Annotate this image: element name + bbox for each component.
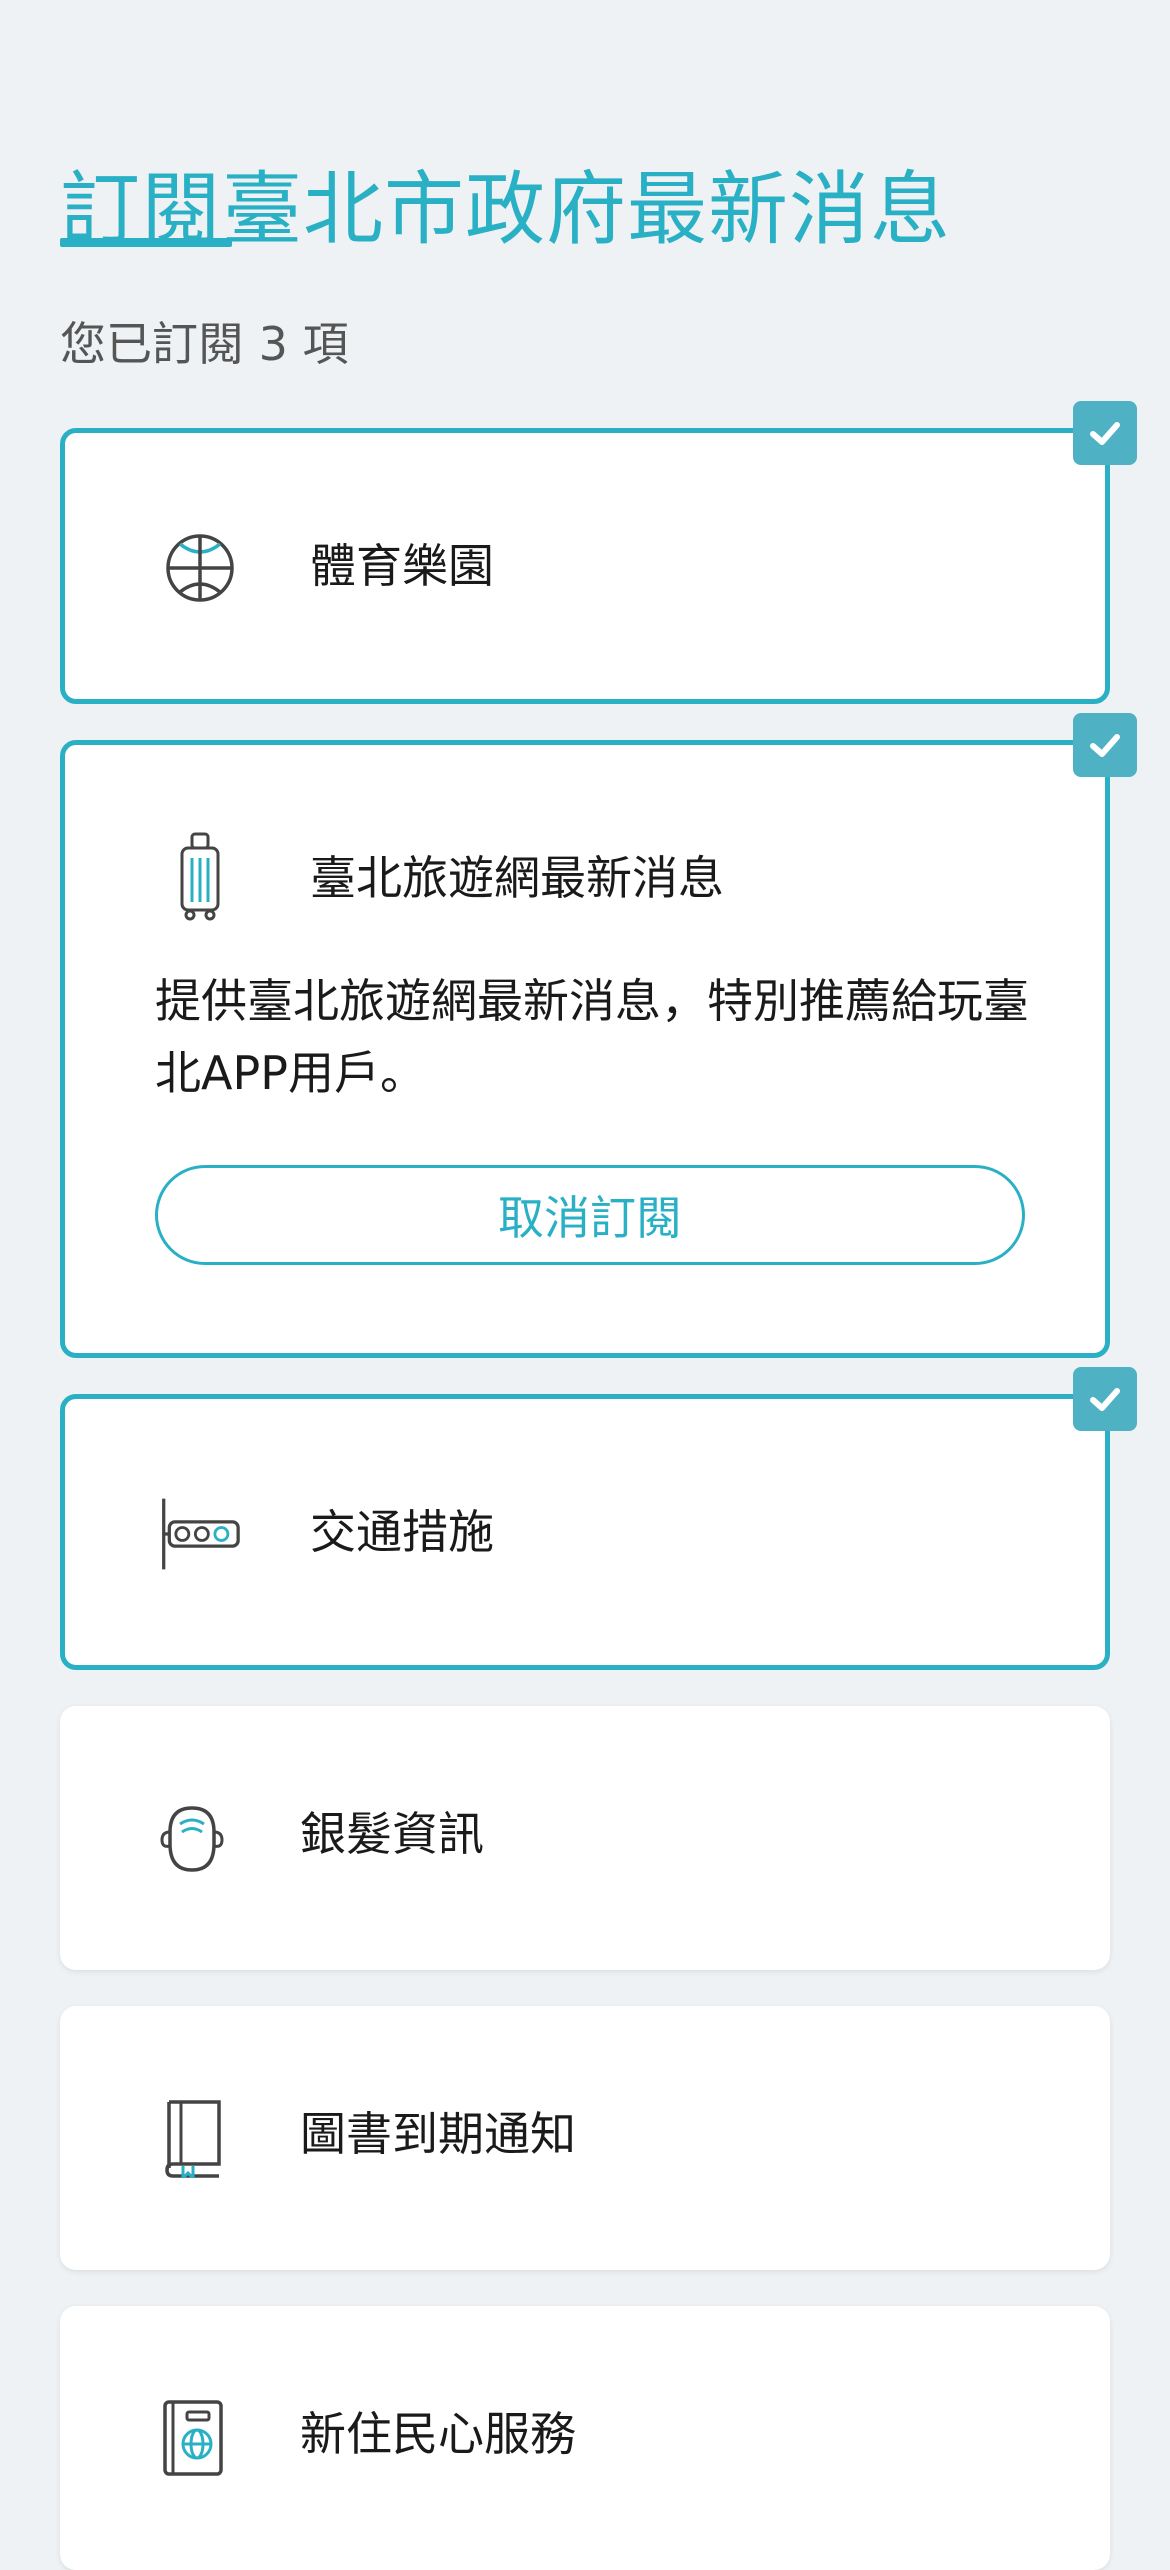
book-icon	[152, 2098, 232, 2178]
subscription-card-travel[interactable]: 臺北旅遊網最新消息 提供臺北旅遊網最新消息，特別推薦給玩臺北APP用戶。 取消訂…	[60, 713, 1137, 1358]
subscribed-count: 您已訂閱 3 項	[60, 317, 349, 371]
card-label: 臺北旅遊網最新消息	[310, 851, 724, 905]
check-icon[interactable]	[1073, 1367, 1137, 1431]
card-label: 體育樂園	[310, 539, 494, 593]
card-label: 新住民心服務	[300, 2407, 576, 2461]
title-underline	[60, 238, 232, 247]
card-label: 圖書到期通知	[300, 2107, 576, 2161]
check-icon[interactable]	[1073, 713, 1137, 777]
basketball-icon	[160, 528, 240, 608]
subscription-card-new-residents[interactable]: 新住民心服務	[60, 2306, 1110, 2570]
suitcase-icon	[160, 832, 240, 921]
unsubscribe-button[interactable]: 取消訂閱	[155, 1165, 1025, 1265]
card-label: 銀髮資訊	[300, 1807, 484, 1861]
subscription-card-library[interactable]: 圖書到期通知	[60, 2006, 1110, 2270]
check-icon[interactable]	[1073, 401, 1137, 465]
subscription-card-sports[interactable]: 體育樂園	[60, 401, 1137, 704]
elderly-person-icon	[152, 1798, 232, 1878]
traffic-light-icon	[160, 1494, 240, 1574]
card-description: 提供臺北旅遊網最新消息，特別推薦給玩臺北APP用戶。	[155, 974, 1029, 1100]
subscription-card-traffic[interactable]: 交通措施	[60, 1367, 1137, 1670]
subscription-card-seniors[interactable]: 銀髮資訊	[60, 1706, 1110, 1970]
card-label: 交通措施	[310, 1505, 494, 1559]
passport-icon	[152, 2398, 232, 2478]
